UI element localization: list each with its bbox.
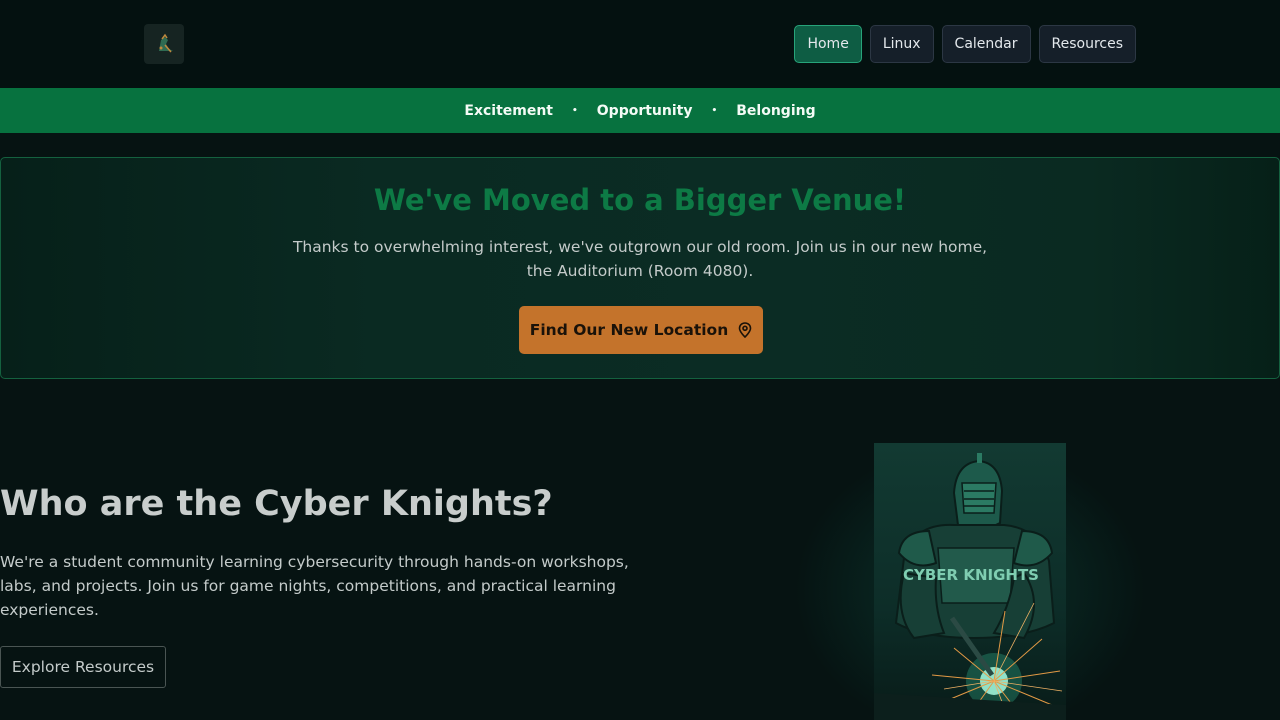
find-location-label: Find Our New Location: [529, 321, 729, 339]
value-excitement: Excitement: [464, 102, 553, 119]
explore-resources-button[interactable]: Explore Resources: [0, 646, 166, 688]
value-separator: •: [572, 105, 578, 116]
cyber-knight-poster: CYBER KNIGHTS: [874, 443, 1066, 720]
venue-announcement: We've Moved to a Bigger Venue! Thanks to…: [0, 157, 1280, 379]
nav-calendar[interactable]: Calendar: [941, 25, 1031, 63]
values-banner: Excitement • Opportunity • Belonging: [0, 88, 1280, 133]
nav-resources[interactable]: Resources: [1038, 25, 1136, 63]
poster-caption: CYBER KNIGHTS: [903, 566, 1039, 584]
poster-text: CYBER KNIGHTS: [903, 566, 1039, 584]
about-description: We're a student community learning cyber…: [0, 553, 629, 619]
value-belonging: Belonging: [736, 102, 816, 119]
value-opportunity: Opportunity: [596, 102, 693, 119]
nav-home[interactable]: Home: [794, 25, 862, 63]
find-location-button[interactable]: Find Our New Location: [519, 306, 763, 354]
announcement-title: We've Moved to a Bigger Venue!: [373, 183, 907, 217]
knight-logo-icon: [159, 33, 173, 53]
announcement-body: Thanks to overwhelming interest, we've o…: [292, 238, 988, 280]
location-pin-icon: [738, 322, 752, 338]
nav-linux[interactable]: Linux: [869, 25, 934, 63]
site-header: Home Linux Calendar Resources: [0, 0, 1280, 88]
about-title: Who are the Cyber Knights?: [0, 484, 553, 524]
main-nav: Home Linux Calendar Resources: [794, 25, 1136, 63]
value-separator: •: [711, 105, 718, 116]
logo[interactable]: [144, 24, 184, 64]
